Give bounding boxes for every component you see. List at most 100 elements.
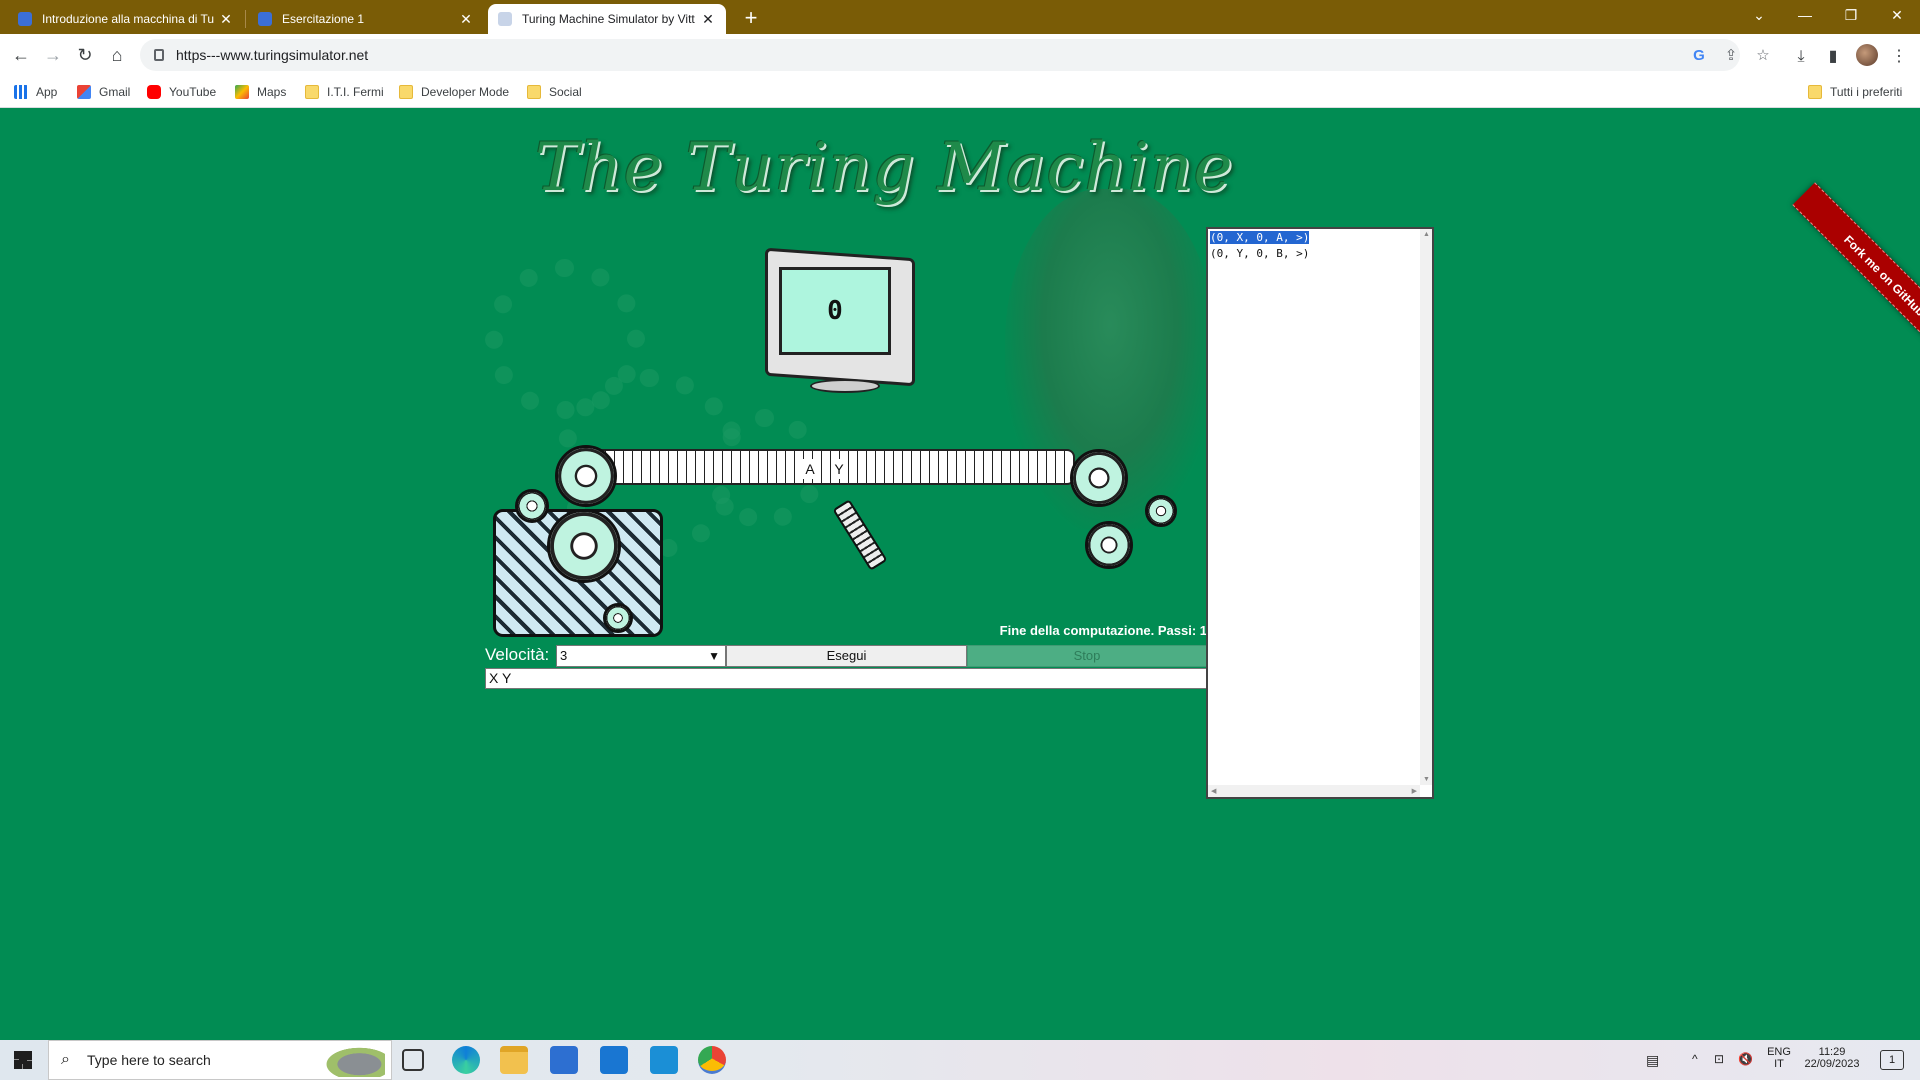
download-icon[interactable]: ⤓ (1790, 46, 1812, 68)
reel-icon (603, 603, 633, 633)
chevron-up-icon[interactable]: ^ (1692, 1052, 1698, 1066)
profile-avatar[interactable] (1856, 44, 1878, 66)
scroll-left-icon[interactable]: ◀ (1211, 787, 1216, 795)
speed-value: 3 (560, 648, 568, 663)
tab-separator (245, 10, 246, 28)
chrome-icon[interactable] (698, 1046, 726, 1074)
language-primary: ENG (1767, 1046, 1791, 1058)
github-ribbon[interactable]: Fork me on GitHub (1792, 182, 1920, 368)
tab-strip: Introduzione alla macchina di Tu ✕ Eserc… (0, 0, 1920, 34)
program-line: (0, X, 0, A, >) (1210, 231, 1310, 244)
window-close-icon[interactable]: ✕ (1874, 0, 1920, 30)
close-icon[interactable]: ✕ (700, 11, 716, 28)
program-line: (0, Y, 0, B, >) (1210, 247, 1310, 260)
close-icon[interactable]: ✕ (458, 11, 474, 28)
reel-icon (547, 509, 621, 583)
bookmark-label: YouTube (169, 85, 217, 99)
taskbar-search[interactable]: ⌕ Type here to search (48, 1040, 392, 1080)
title-art: The Turing Machine (535, 129, 1234, 206)
news-widget-icon[interactable]: ▤ (1646, 1052, 1659, 1069)
reel-icon (1070, 449, 1128, 507)
bookmark-star-icon[interactable]: ☆ (1752, 45, 1774, 67)
scroll-right-icon[interactable]: ▶ (1412, 787, 1417, 795)
windows-taskbar: ⌕ Type here to search ▤ ^ ⊡ 🔇 ENG IT 11:… (0, 1040, 1920, 1080)
tape-cell: Y (831, 459, 847, 479)
site-favicon-icon (498, 12, 512, 26)
program-textarea[interactable]: (0, X, 0, A, >) (0, Y, 0, B, >) ▲ ▼ ◀ ▶ (1206, 227, 1434, 799)
language-indicator[interactable]: ENG IT (1766, 1046, 1792, 1070)
restore-icon[interactable]: ❐ (1828, 0, 1874, 30)
edge-icon[interactable] (452, 1046, 480, 1074)
horizontal-scrollbar[interactable]: ◀ ▶ (1208, 785, 1420, 797)
task-view-icon[interactable] (402, 1049, 424, 1071)
bookmark-apps[interactable]: App (14, 83, 57, 101)
menu-icon[interactable]: ⋮ (1888, 46, 1910, 68)
speed-select[interactable]: 3 ▼ (556, 645, 726, 667)
close-icon[interactable]: ✕ (218, 11, 234, 28)
search-highlight-image (321, 1045, 385, 1077)
bookmark-label: Developer Mode (421, 85, 510, 99)
mail-icon[interactable] (600, 1046, 628, 1074)
reload-icon[interactable]: ↻ (72, 42, 98, 68)
status-message: Fine della computazione. Passi: 1 (999, 623, 1207, 638)
minimize-icon[interactable]: — (1782, 0, 1828, 30)
folder-icon (305, 85, 319, 99)
tab-title: Esercitazione 1 (282, 12, 365, 26)
bookmark-social[interactable]: Social (527, 83, 582, 101)
notification-icon[interactable]: 1 (1880, 1050, 1904, 1070)
stop-button[interactable]: Stop (967, 645, 1207, 667)
browser-toolbar: ← → ↻ ⌂ https---www.turingsimulator.net … (0, 34, 1920, 76)
tape-cell: A (802, 459, 818, 479)
search-placeholder: Type here to search (87, 1052, 211, 1068)
vertical-scrollbar[interactable]: ▲ ▼ (1420, 229, 1432, 785)
windows-start-icon[interactable] (14, 1051, 32, 1069)
bookmark-label: Gmail (99, 85, 131, 99)
reel-icon (1085, 521, 1133, 569)
file-explorer-icon[interactable] (500, 1046, 528, 1074)
monitor-stand (810, 379, 880, 393)
new-tab-button[interactable]: + (737, 4, 765, 32)
volume-muted-icon[interactable]: 🔇 (1738, 1052, 1753, 1066)
lens-app-icon[interactable] (650, 1046, 678, 1074)
maps-icon (235, 85, 249, 99)
scroll-up-icon[interactable]: ▲ (1423, 231, 1430, 238)
bookmark-maps[interactable]: Maps (235, 83, 286, 101)
reel-icon (515, 489, 549, 523)
language-secondary: IT (1774, 1058, 1784, 1070)
tape-input[interactable]: X Y (485, 668, 1207, 689)
run-button[interactable]: Esegui (726, 645, 967, 667)
tab-turing-simulator[interactable]: Turing Machine Simulator by Vitt ✕ (488, 4, 726, 34)
bookmark-developer-mode[interactable]: Developer Mode (399, 83, 509, 101)
classroom-icon (18, 12, 32, 26)
store-icon[interactable] (550, 1046, 578, 1074)
bookmark-iti-fermi[interactable]: I.T.I. Fermi (305, 83, 384, 101)
share-icon[interactable]: ⇪ (1720, 45, 1742, 67)
url-text: https---www.turingsimulator.net (176, 47, 369, 63)
side-panel-icon[interactable]: ▮ (1822, 46, 1844, 68)
tab-esercitazione[interactable]: Esercitazione 1 ✕ (248, 4, 484, 34)
google-translate-icon[interactable]: G (1688, 45, 1710, 67)
clock-time: 11:29 (1818, 1046, 1846, 1058)
reel-icon (1145, 495, 1177, 527)
reel-icon (555, 445, 617, 507)
forward-icon[interactable]: → (40, 42, 66, 68)
clock-date: 22/09/2023 (1804, 1058, 1860, 1070)
monitor-illustration: 0 (765, 247, 915, 393)
bookmark-youtube[interactable]: YouTube (147, 83, 216, 101)
back-icon[interactable]: ← (8, 42, 34, 68)
scroll-down-icon[interactable]: ▼ (1423, 776, 1430, 783)
notification-count: 1 (1888, 1054, 1896, 1066)
tab-title: Introduzione alla macchina di Tu (42, 12, 215, 26)
gmail-icon (77, 85, 91, 99)
bookmark-all[interactable]: Tutti i preferiti (1808, 83, 1902, 101)
tab-search-icon[interactable]: ⌄ (1736, 0, 1782, 30)
lock-icon (154, 49, 164, 61)
network-icon[interactable]: ⊡ (1714, 1052, 1724, 1066)
home-icon[interactable]: ⌂ (104, 42, 130, 68)
bookmark-gmail[interactable]: Gmail (77, 83, 130, 101)
state-display: 0 (779, 267, 891, 355)
clock[interactable]: 11:29 22/09/2023 (1798, 1046, 1866, 1070)
tab-intro[interactable]: Introduzione alla macchina di Tu ✕ (8, 4, 244, 34)
spark-plug-illustration (832, 499, 888, 571)
address-bar[interactable]: https---www.turingsimulator.net G ⇪ ☆ (140, 39, 1770, 71)
